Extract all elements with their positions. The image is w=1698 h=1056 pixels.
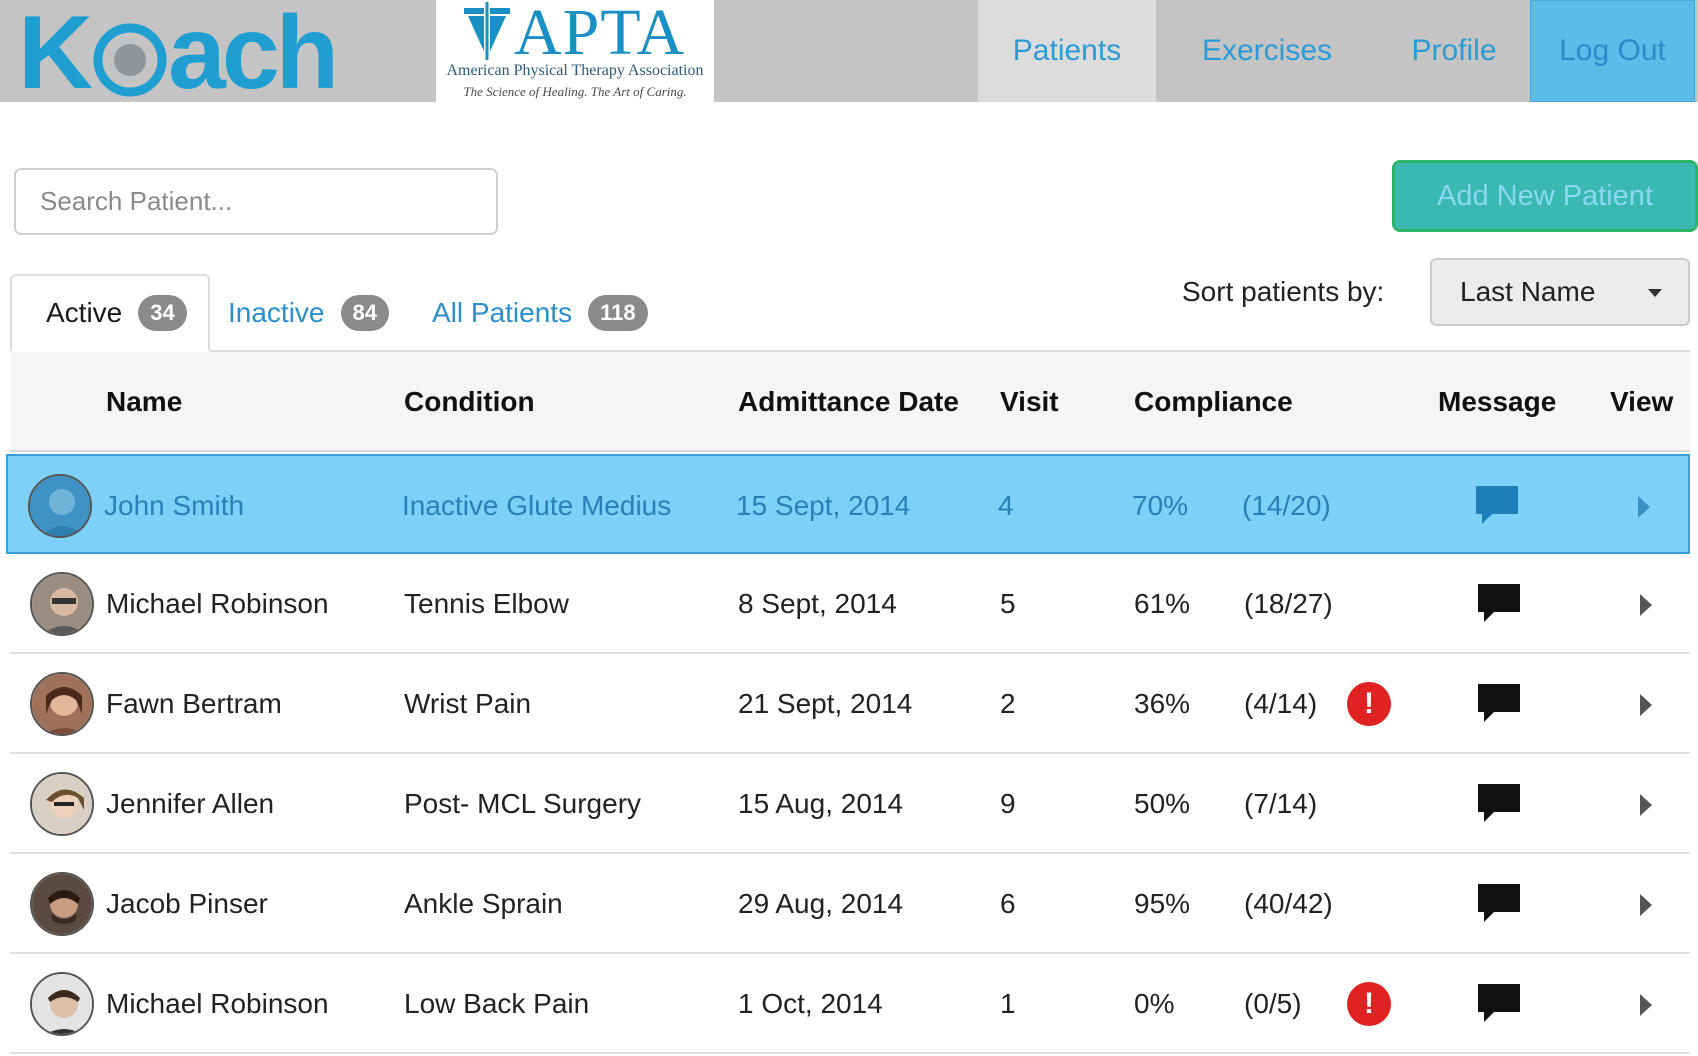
column-header-view: View [1610,386,1674,417]
compliance-ratio: (7/14) [1244,788,1318,819]
message-icon[interactable] [1476,582,1522,624]
app-header: K ach APTA American Physical Therapy Ass… [0,0,1698,102]
column-header-condition[interactable]: Condition [404,352,535,452]
compliance-ratio: (40/42) [1244,888,1333,919]
patient-row[interactable]: Fawn Bertram Wrist Pain 21 Sept, 2014 2 … [10,654,1690,754]
patient-name[interactable]: Jennifer Allen [106,754,274,854]
column-header-admittance-date[interactable]: Admittance Date [738,352,959,452]
column-header-visit[interactable]: Visit [1000,352,1059,452]
apta-subtitle: American Physical Therapy Association [446,62,704,79]
exclamation-alert-icon: ! [1347,982,1391,1026]
patient-name[interactable]: Fawn Bertram [106,654,282,754]
patient-row[interactable]: Michael Robinson Low Back Pain 1 Oct, 20… [10,954,1690,1054]
compliance-percent: 95% [1134,888,1191,919]
message-icon[interactable] [1476,982,1522,1024]
count-badge: 118 [588,295,648,331]
compliance-percent: 0% [1134,988,1175,1019]
apta-tagline: The Science of Healing. The Art of Carin… [463,84,687,99]
apta-emblem-icon [464,2,510,60]
compliance-ratio: (14/20) [1242,490,1331,521]
koach-logo[interactable]: K ach [18,0,348,102]
exclamation-alert-icon: ! [1347,682,1391,726]
visit-number: 1 [1000,988,1016,1019]
compliance-ratio: (18/27) [1244,588,1333,619]
compliance-percent: 70% [1132,490,1189,521]
tab-label: All Patients [432,297,573,328]
nav-exercises[interactable]: Exercises [1156,0,1378,102]
visit-number: 4 [998,490,1014,521]
chevron-right-icon[interactable] [1634,492,1654,522]
column-header-message: Message [1438,386,1557,417]
avatar [30,672,94,736]
patient-name[interactable]: Michael Robinson [106,554,329,654]
patient-name[interactable]: Jacob Pinser [106,854,268,954]
caret-down-icon [1648,289,1662,297]
sort-selected-value: Last Name [1460,276,1596,307]
chevron-right-icon[interactable] [1636,890,1656,920]
avatar [30,872,94,936]
column-header-compliance[interactable]: Compliance [1134,352,1293,452]
search-patient-input[interactable] [14,168,498,235]
patient-row[interactable]: Jennifer Allen Post- MCL Surgery 15 Aug,… [10,754,1690,854]
sort-label: Sort patients by: [1182,276,1385,307]
chevron-right-icon[interactable] [1636,590,1656,620]
apta-wordmark: APTA [514,0,686,69]
chevron-right-icon[interactable] [1636,790,1656,820]
tab-all-patients[interactable]: All Patients 118 [432,274,648,352]
compliance-ratio: (4/14) [1244,688,1318,719]
admittance-date: 29 Aug, 2014 [738,888,904,919]
nav-profile[interactable]: Profile [1378,0,1530,102]
message-icon[interactable] [1476,782,1522,824]
message-icon[interactable] [1476,682,1522,724]
chevron-right-icon[interactable] [1636,690,1656,720]
tab-label: Active [46,297,123,328]
add-new-patient-button[interactable]: Add New Patient [1392,160,1698,232]
patient-condition: Inactive Glute Medius [402,490,672,521]
patient-name[interactable]: Michael Robinson [106,954,329,1054]
patient-condition: Post- MCL Surgery [404,788,642,819]
compliance-percent: 36% [1134,688,1191,719]
svg-text:K: K [18,0,93,102]
table-header: Name Condition Admittance Date Visit Com… [10,352,1690,452]
compliance-percent: 61% [1134,588,1191,619]
count-badge: 84 [340,295,389,331]
visit-number: 6 [1000,888,1016,919]
admittance-date: 15 Aug, 2014 [738,788,904,819]
compliance-ratio: (0/5) [1244,988,1302,1019]
visit-number: 5 [1000,588,1016,619]
patient-row[interactable]: Jacob Pinser Ankle Sprain 29 Aug, 2014 6… [10,854,1690,954]
patient-condition: Wrist Pain [404,688,532,719]
chevron-right-icon[interactable] [1636,990,1656,1020]
column-header-name[interactable]: Name [106,352,182,452]
avatar [30,572,94,636]
admittance-date: 21 Sept, 2014 [738,688,913,719]
nav-log-out[interactable]: Log Out [1530,0,1695,102]
visit-number: 2 [1000,688,1016,719]
count-badge: 34 [138,295,187,331]
patient-condition: Tennis Elbow [404,588,569,619]
svg-text:ach: ach [168,0,335,102]
avatar [30,972,94,1036]
avatar [28,474,92,538]
avatar [30,772,94,836]
compliance-percent: 50% [1134,788,1191,819]
patient-row[interactable]: John Smith Inactive Glute Medius 15 Sept… [6,454,1690,554]
apta-logo: APTA American Physical Therapy Associati… [436,0,714,102]
tab-label: Inactive [228,297,325,328]
sort-dropdown[interactable]: Last Name [1430,258,1690,326]
tab-active[interactable]: Active 34 [10,274,210,352]
tab-inactive[interactable]: Inactive 84 [228,274,389,352]
patient-condition: Ankle Sprain [404,888,563,919]
message-icon[interactable] [1476,882,1522,924]
patient-name[interactable]: John Smith [104,456,244,556]
patient-row[interactable]: Michael Robinson Tennis Elbow 8 Sept, 20… [10,554,1690,654]
admittance-date: 15 Sept, 2014 [736,490,911,521]
message-icon[interactable] [1474,484,1520,526]
admittance-date: 8 Sept, 2014 [738,588,897,619]
nav-patients[interactable]: Patients [978,0,1156,102]
visit-number: 9 [1000,788,1016,819]
admittance-date: 1 Oct, 2014 [738,988,883,1019]
patient-condition: Low Back Pain [404,988,590,1019]
